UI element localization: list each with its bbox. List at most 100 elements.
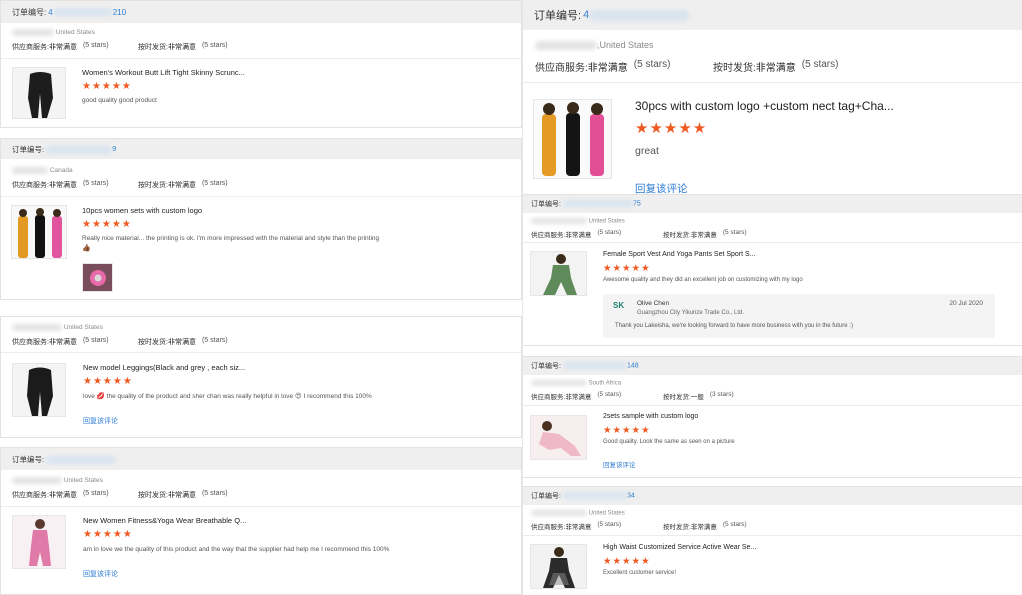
- review-card: United States 供应商服务: 非常满意 (5 stars) 按时发货: 非…: [0, 316, 522, 438]
- order-header: 订单编号: 34: [523, 487, 1022, 505]
- product-title[interactable]: New model Leggings(Black and grey , each…: [83, 363, 245, 372]
- product-image[interactable]: [11, 205, 67, 259]
- product-title[interactable]: 30pcs with custom logo +custom nect tag+…: [635, 99, 894, 113]
- order-number-link[interactable]: 75: [562, 200, 641, 208]
- order-header: 订单编号: 75: [523, 195, 1022, 213]
- review-text: good quality good product: [82, 97, 157, 104]
- product-title[interactable]: 10pcs women sets with custom logo: [82, 206, 202, 215]
- supplier-reply-company: Guangzhou City Yikunze Trade Co., Ltd.: [637, 310, 745, 316]
- order-header: 订单编号: 4: [523, 0, 1022, 30]
- buyer-country: United States: [55, 29, 95, 37]
- reply-to-review-link[interactable]: 回复该评论: [83, 416, 118, 426]
- review-card: 订单编号: 4 210 United States 供应商服务: 非常满意 (5 st…: [0, 0, 522, 128]
- review-text: am in love we the quality of this produc…: [83, 546, 390, 553]
- rating-summary: 供应商服务: 非常满意 (5 stars) 按时发货: 非常满意 (5 stars): [531, 521, 747, 531]
- product-image[interactable]: [530, 544, 587, 589]
- buyer-name-blurred: [531, 380, 587, 386]
- buyer-name-blurred: [531, 218, 587, 224]
- order-number-link[interactable]: [46, 454, 117, 464]
- review-text: great: [635, 145, 659, 157]
- order-header: 订单编号: 9: [1, 139, 521, 159]
- supplier-reply-date: 20 Jul 2020: [949, 300, 983, 307]
- buyer-country: South Africa: [588, 380, 622, 387]
- rating-summary: 供应商服务: 非常满意 (5 stars) 按时发货: 非常满意 (5 stars): [531, 229, 747, 239]
- order-number-label: 订单编号:: [12, 144, 45, 154]
- buyer-name-blurred: [535, 41, 597, 51]
- order-number-link[interactable]: 34: [562, 492, 635, 500]
- buyer-location: United States: [12, 324, 103, 331]
- reply-to-review-link[interactable]: 回复该评论: [603, 459, 636, 469]
- supplier-reply-text: Thank you Lakeisha, we're looking forwar…: [615, 323, 853, 329]
- buyer-country: ,United States: [597, 40, 654, 50]
- buyer-name-blurred: [12, 167, 48, 174]
- review-card: 订单编号: 9 Canada 供应商服务: 非常满意 (5 stars) 按时发货:…: [0, 138, 522, 300]
- product-image[interactable]: [12, 515, 66, 569]
- review-text: Good quality. Look the same as seen on a…: [603, 439, 735, 445]
- product-title[interactable]: 2sets sample with custom logo: [603, 413, 698, 420]
- buyer-country: United States: [588, 510, 625, 517]
- order-header: 订单编号: 148: [523, 357, 1022, 375]
- order-number-link[interactable]: 148: [562, 362, 639, 370]
- product-title[interactable]: Female Sport Vest And Yoga Pants Set Spo…: [603, 251, 756, 258]
- buyer-country: United States: [63, 324, 103, 332]
- review-text: Excellent customer service!: [603, 570, 677, 576]
- product-image[interactable]: [530, 251, 587, 296]
- review-stars: ★★★★★: [83, 529, 133, 540]
- reply-to-review-link[interactable]: 回复该评论: [635, 181, 688, 194]
- order-number-link[interactable]: 4 210: [48, 8, 126, 17]
- rating-summary: 供应商服务: 非常满意 (5 stars) 按时发货: 非常满意 (5 stars): [12, 42, 228, 51]
- buyer-location: South Africa: [531, 380, 621, 387]
- product-image[interactable]: [530, 415, 587, 460]
- review-stars: ★★★★★: [635, 120, 708, 137]
- review-text: love 💋 the quality of the product and sh…: [83, 393, 372, 400]
- buyer-name-blurred: [531, 510, 587, 516]
- buyer-location: United States: [531, 218, 625, 225]
- product-image[interactable]: [12, 67, 66, 119]
- buyer-location: Canada: [12, 167, 73, 174]
- rating-summary: 供应商服务: 非常满意 (5 stars) 按时发货: 非常满意 (5 stars): [12, 180, 228, 189]
- review-stars: ★★★★★: [82, 81, 132, 92]
- order-number-label: 订单编号:: [531, 363, 561, 370]
- product-title[interactable]: High Waist Customized Service Active Wea…: [603, 544, 756, 551]
- order-number-link[interactable]: 9: [46, 144, 116, 154]
- review-card: 订单编号: 4 ,United States 供应商服务: 非常满意 (5 star…: [523, 0, 1022, 194]
- buyer-location: ,United States: [535, 40, 654, 51]
- review-stars: ★★★★★: [603, 263, 651, 274]
- review-card: 订单编号: 148 South Africa 供应商服务: 非常满意 (5 star…: [523, 356, 1022, 478]
- order-number-label: 订单编号:: [12, 7, 47, 17]
- order-number-label: 订单编号:: [531, 493, 561, 500]
- review-text: Awesome quality and they did an excellen…: [603, 277, 803, 283]
- product-title[interactable]: Women's Workout Butt Lift Tight Skinny S…: [82, 68, 245, 77]
- product-title[interactable]: New Women Fitness&Yoga Wear Breathable Q…: [83, 516, 246, 525]
- kiss-emoji: 💋: [96, 393, 105, 400]
- review-stars: ★★★★★: [82, 219, 132, 230]
- review-photo[interactable]: [82, 263, 113, 292]
- order-number-label: 订单编号:: [531, 201, 561, 208]
- review-card: 订单编号: 34 United States 供应商服务: 非常满意 (5 star…: [523, 486, 1022, 595]
- rating-summary: 供应商服务: 非常满意 (5 stars) 按时发货: 非常满意 (5 stars): [12, 490, 228, 499]
- product-image[interactable]: [533, 99, 612, 179]
- buyer-country: Canada: [49, 167, 73, 175]
- review-stars: ★★★★★: [83, 376, 133, 387]
- review-stars: ★★★★★: [603, 425, 651, 436]
- order-number-label: 订单编号:: [534, 10, 582, 22]
- buyer-country: United States: [63, 477, 103, 485]
- buyer-location: United States: [12, 477, 103, 484]
- rating-summary: 供应商服务: 非常满意 (5 stars) 按时发货: 非常满意 (5 stars): [12, 337, 228, 346]
- supplier-reply-name: Olive Chen: [637, 300, 670, 307]
- heart-eyes-emoji: 😍: [294, 393, 302, 400]
- reply-to-review-link[interactable]: 回复该评论: [83, 569, 118, 579]
- buyer-name-blurred: [12, 324, 62, 331]
- order-header: 订单编号:: [1, 448, 521, 470]
- buyer-name-blurred: [12, 29, 54, 36]
- buyer-location: United States: [12, 29, 95, 36]
- product-image[interactable]: [12, 363, 66, 417]
- review-text: Really nice material... the printing is …: [82, 235, 380, 242]
- rating-summary: 供应商服务: 非常满意 (5 stars) 按时发货: 非常满意 (5 stars): [535, 59, 839, 74]
- order-header: 订单编号: 4 210: [1, 1, 521, 23]
- order-number-link[interactable]: 4: [583, 9, 690, 21]
- buyer-name-blurred: [12, 477, 62, 484]
- review-card: 订单编号: United States 供应商服务: 非常满意 (5 stars) …: [0, 447, 522, 595]
- buyer-location: United States: [531, 510, 625, 517]
- buyer-country: United States: [588, 218, 625, 225]
